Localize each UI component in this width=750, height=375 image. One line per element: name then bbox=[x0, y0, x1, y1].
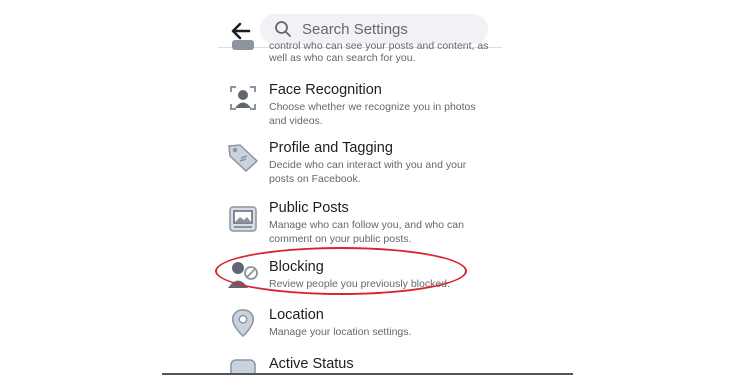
settings-item-profile-tagging[interactable]: Profile and Tagging Decide who can inter… bbox=[218, 138, 502, 188]
settings-item-face-recognition[interactable]: Face Recognition Choose whether we recog… bbox=[218, 80, 502, 130]
public-posts-icon bbox=[229, 206, 257, 232]
settings-item-public-posts[interactable]: Public Posts Manage who can follow you, … bbox=[218, 198, 502, 248]
item-description: Choose whether we recognize you in photo… bbox=[269, 101, 476, 127]
settings-item-location[interactable]: Location Manage your location settings. bbox=[218, 306, 502, 342]
item-title: Face Recognition bbox=[269, 82, 382, 98]
item-title: Public Posts bbox=[269, 200, 349, 216]
item-title: Profile and Tagging bbox=[269, 140, 393, 156]
face-recognition-icon bbox=[230, 86, 256, 110]
tag-icon bbox=[228, 144, 259, 172]
settings-item-active-status[interactable]: Active Status bbox=[218, 355, 502, 375]
item-description: Decide who can interact with you and you… bbox=[269, 159, 467, 185]
item-title: Location bbox=[269, 307, 324, 323]
settings-screen: control who can see your posts and conte… bbox=[218, 0, 502, 375]
search-icon bbox=[275, 21, 291, 37]
location-pin-icon bbox=[231, 309, 255, 338]
item-description: Manage your location settings. bbox=[269, 326, 412, 338]
item-title: Active Status bbox=[269, 356, 354, 372]
back-arrow-icon bbox=[231, 22, 251, 40]
highlight-ellipse bbox=[215, 247, 467, 295]
privacy-icon bbox=[232, 40, 254, 50]
back-button[interactable] bbox=[230, 20, 252, 42]
search-input[interactable] bbox=[300, 19, 474, 39]
partial-item-description-line2: well as who can search for you. bbox=[269, 52, 416, 64]
item-description: Manage who can follow you, and who can c… bbox=[269, 219, 464, 245]
